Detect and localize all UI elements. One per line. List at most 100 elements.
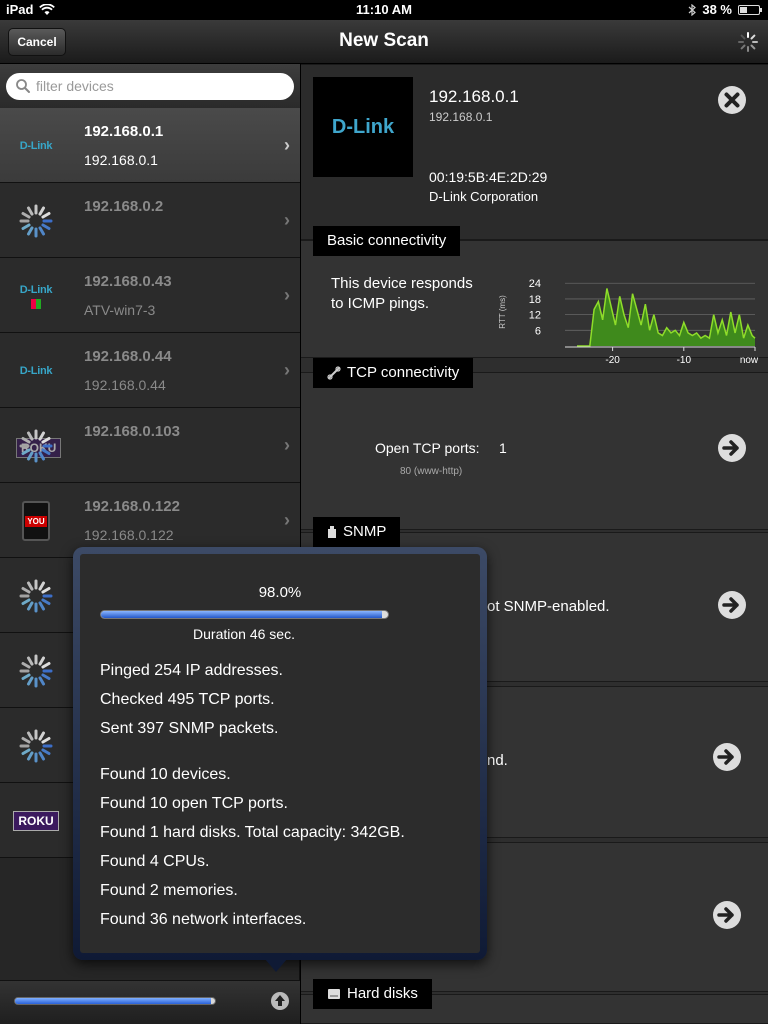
chevron-right-icon: › bbox=[284, 285, 290, 305]
chevron-right-icon: › bbox=[284, 210, 290, 230]
page-title: New Scan bbox=[339, 30, 429, 51]
stat-line: Found 1 hard disks. Total capacity: 342G… bbox=[100, 824, 405, 841]
clock: 11:10 AM bbox=[356, 2, 412, 17]
popover-pointer bbox=[259, 952, 293, 972]
device-row[interactable]: D-Link 192.168.0.1 192.168.0.1 › bbox=[0, 108, 300, 183]
stat-line: Checked 495 TCP ports. bbox=[100, 691, 275, 708]
device-row[interactable]: D-Link 192.168.0.43 ATV-win7-3 › bbox=[0, 258, 300, 333]
roku-spinner-icon: ROKU bbox=[12, 422, 62, 470]
spinner-icon bbox=[12, 572, 60, 620]
section-5-arrow-icon[interactable] bbox=[712, 900, 742, 930]
chart-y-axis-label: RTT (ms) bbox=[498, 295, 507, 329]
stat-line: Found 4 CPUs. bbox=[100, 853, 210, 870]
chart-x-tick-label: -10 bbox=[677, 355, 692, 366]
chevron-right-icon: › bbox=[284, 510, 290, 530]
scan-progress-bar bbox=[14, 997, 216, 1005]
dlink-windows-icon: D-Link bbox=[12, 272, 60, 320]
chevron-right-icon: › bbox=[284, 360, 290, 380]
device-hostname: 192.168.0.122 bbox=[84, 527, 174, 543]
dlink-icon: D-Link bbox=[12, 347, 60, 395]
chart-x-tick-label: now bbox=[740, 355, 759, 366]
detail-section-4-status: nd. bbox=[487, 752, 508, 769]
windows-icon bbox=[31, 298, 41, 309]
basic-connectivity-label: Basic connectivity bbox=[327, 232, 447, 249]
search-input[interactable]: filter devices bbox=[6, 73, 294, 100]
scan-progress-bar-popover bbox=[100, 610, 389, 619]
device-hostname: 192.168.0.44 bbox=[84, 377, 166, 393]
stat-line: Found 36 network interfaces. bbox=[100, 911, 307, 928]
nav-bar: Cancel New Scan bbox=[0, 20, 768, 64]
snmp-icon bbox=[328, 526, 336, 538]
hard-disks-header: Hard disks bbox=[313, 979, 432, 1009]
search-bar: filter devices bbox=[0, 64, 300, 108]
tablet-screen-text: YOU bbox=[25, 515, 47, 527]
chart-y-tick-label: 24 bbox=[529, 278, 541, 290]
scan-duration: Duration 46 sec. bbox=[193, 626, 295, 642]
activity-spinner-icon bbox=[738, 32, 758, 52]
snmp-details-arrow-icon[interactable] bbox=[717, 590, 747, 620]
battery-percent: 38 % bbox=[702, 2, 732, 17]
scan-progress-popover: 98.0% Duration 46 sec. Pinged 254 IP add… bbox=[73, 547, 487, 972]
tcp-connectivity-header: TCP connectivity bbox=[313, 358, 474, 388]
hard-disk-icon bbox=[328, 989, 340, 999]
dlink-logo-text: D-Link bbox=[19, 365, 53, 377]
link-icon bbox=[327, 366, 341, 380]
spinner-icon bbox=[12, 722, 60, 770]
dlink-logo: D-Link bbox=[331, 115, 395, 138]
search-placeholder: filter devices bbox=[36, 78, 114, 94]
scan-percent: 98.0% bbox=[258, 584, 302, 601]
device-row[interactable]: 192.168.0.2 › bbox=[0, 183, 300, 258]
mac-address: 00:19:5B:4E:2D:29 bbox=[429, 169, 548, 185]
search-icon bbox=[16, 79, 30, 93]
chart-x-tick-label: -20 bbox=[605, 355, 620, 366]
stat-line: Found 10 open TCP ports. bbox=[100, 795, 288, 812]
vendor-name: D-Link Corporation bbox=[429, 189, 539, 204]
chevron-right-icon: › bbox=[284, 135, 290, 155]
snmp-status: ot SNMP-enabled. bbox=[487, 598, 610, 615]
chart-y-tick-label: 6 bbox=[535, 325, 541, 337]
device-ip: 192.168.0.44 bbox=[84, 348, 172, 365]
device-ip: 192.168.0.103 bbox=[84, 423, 180, 440]
device-hostname: 192.168.0.1 bbox=[84, 152, 158, 168]
device-ip: 192.168.0.2 bbox=[84, 198, 164, 215]
tcp-port-detail: 80 (www-http) bbox=[400, 466, 463, 477]
close-icon[interactable] bbox=[717, 85, 747, 115]
roku-icon: ROKU bbox=[12, 797, 60, 845]
roku-logo-text: ROKU bbox=[13, 811, 59, 831]
bluetooth-icon bbox=[688, 3, 697, 16]
device-logo: D-Link bbox=[313, 77, 413, 177]
stat-line: Found 2 memories. bbox=[100, 882, 238, 899]
dlink-icon: D-Link bbox=[12, 122, 60, 170]
dlink-logo-text: D-Link bbox=[19, 283, 53, 296]
basic-connectivity-header: Basic connectivity bbox=[313, 226, 461, 256]
stat-line: Found 10 devices. bbox=[100, 766, 231, 783]
tablet-icon: YOU bbox=[12, 497, 60, 545]
device-ip: 192.168.0.43 bbox=[84, 273, 172, 290]
spinner-icon bbox=[12, 647, 60, 695]
stat-line: Pinged 254 IP addresses. bbox=[100, 662, 283, 679]
section-4-arrow-icon[interactable] bbox=[712, 742, 742, 772]
device-subtitle: 192.168.0.1 bbox=[429, 110, 493, 124]
status-bar: iPad 11:10 AM 38 % bbox=[0, 0, 768, 20]
open-tcp-ports-label: Open TCP ports: bbox=[375, 440, 480, 456]
snmp-header: SNMP bbox=[313, 517, 401, 547]
chevron-right-icon: › bbox=[284, 435, 290, 455]
tcp-connectivity-label: TCP connectivity bbox=[347, 364, 460, 381]
device-row[interactable]: D-Link 192.168.0.44 192.168.0.44 › bbox=[0, 333, 300, 408]
tcp-details-arrow-icon[interactable] bbox=[717, 433, 747, 463]
open-tcp-ports-count: 1 bbox=[499, 440, 507, 456]
device-ip: 192.168.0.1 bbox=[84, 123, 164, 140]
chart-y-tick-label: 18 bbox=[529, 294, 541, 306]
device-ip: 192.168.0.122 bbox=[84, 498, 180, 515]
device-header: D-Link 192.168.0.1 192.168.0.1 00:19:5B:… bbox=[301, 64, 768, 240]
hard-disks-label: Hard disks bbox=[347, 985, 418, 1002]
tcp-connectivity-section bbox=[301, 372, 768, 530]
icmp-status: This device responds to ICMP pings. bbox=[331, 275, 473, 312]
snmp-label: SNMP bbox=[343, 523, 387, 540]
arrow-up-icon[interactable] bbox=[270, 991, 290, 1011]
battery-icon bbox=[738, 4, 762, 15]
dlink-logo-text: D-Link bbox=[19, 140, 53, 152]
scan-status-bar bbox=[0, 980, 300, 1024]
spinner-icon bbox=[12, 197, 60, 245]
device-row[interactable]: ROKU 192.168.0.103 › bbox=[0, 408, 300, 483]
